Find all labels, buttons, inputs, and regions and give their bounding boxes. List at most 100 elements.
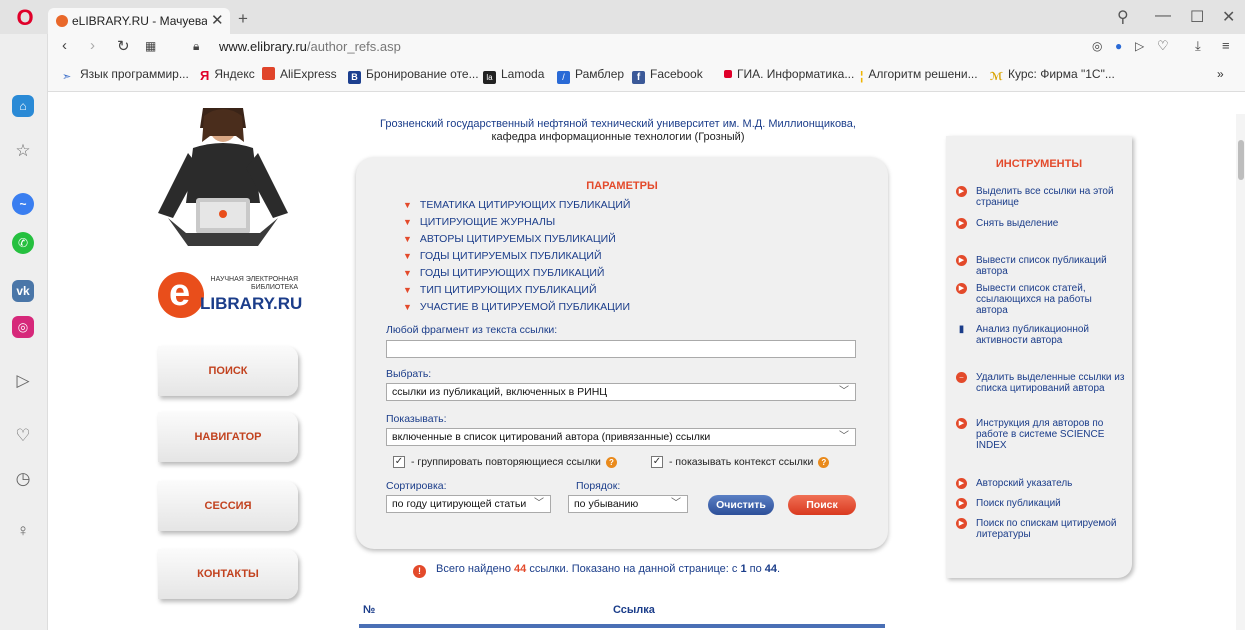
- browser-window: O eLIBRARY.RU - Мачуева Д... ✕ + ⚲ — ☐ ✕…: [0, 0, 1245, 630]
- param-citing-type[interactable]: ▼ ТИП ЦИТИРУЮЩИХ ПУБЛИКАЦИЙ: [403, 284, 597, 296]
- bookmark-label: Рамблер: [575, 67, 625, 81]
- whatsapp-icon[interactable]: ✆: [12, 232, 34, 254]
- lock-icon: 🔒︎: [193, 39, 200, 53]
- bookmark-item[interactable]: B Бронирование оте...: [348, 67, 479, 84]
- bookmark-item[interactable]: ¦ Алгоритм решени...: [860, 67, 978, 83]
- nav-contacts[interactable]: КОНТАКТЫ: [158, 549, 298, 599]
- arrow-right-icon: ▶: [956, 283, 967, 294]
- search-tabs-icon[interactable]: ⚲: [1117, 7, 1129, 27]
- param-citing-years[interactable]: ▼ ГОДЫ ЦИТИРУЮЩИХ ПУБЛИКАЦИЙ: [403, 267, 604, 279]
- fragment-input[interactable]: [386, 340, 856, 358]
- tab-elibrary[interactable]: eLIBRARY.RU - Мачуева Д... ✕: [48, 8, 230, 34]
- bookmark-label: Facebook: [650, 67, 703, 81]
- order-dropdown[interactable]: по убыванию ﹀: [568, 495, 688, 513]
- sort-label: Сортировка:: [386, 480, 447, 492]
- param-citing-journals[interactable]: ▼ ЦИТИРУЮЩИЕ ЖУРНАЛЫ: [403, 216, 555, 228]
- home-icon[interactable]: ⌂: [12, 95, 34, 117]
- messenger-icon[interactable]: ~: [12, 193, 34, 215]
- select-value: ссылки из публикаций, включенных в РИНЦ: [392, 386, 608, 398]
- context-checkbox[interactable]: ✓: [651, 456, 663, 468]
- bookmark-item[interactable]: Я Яндекс: [200, 67, 255, 83]
- reload-icon[interactable]: ↻: [117, 37, 130, 55]
- snapshot-icon[interactable]: ◎: [1092, 39, 1102, 53]
- help-icon[interactable]: ?: [605, 457, 617, 468]
- easy-setup-icon[interactable]: ≡: [1222, 38, 1230, 53]
- group-checkbox[interactable]: ✓: [393, 456, 405, 468]
- scrollbar-thumb[interactable]: [1238, 140, 1244, 180]
- new-tab-icon[interactable]: +: [238, 9, 248, 29]
- page-content: Грозненский государственный нефтяной тех…: [48, 92, 1245, 630]
- arrow-right-icon: ▶: [956, 218, 967, 229]
- show-dropdown[interactable]: включенные в список цитирований автора (…: [386, 428, 856, 446]
- bookmark-item[interactable]: la Lamoda: [483, 67, 544, 84]
- nav-session[interactable]: СЕССИЯ: [158, 481, 298, 531]
- forward-icon[interactable]: ›: [90, 37, 95, 54]
- param-citing-topics[interactable]: ▼ ТЕМАТИКА ЦИТИРУЮЩИХ ПУБЛИКАЦИЙ: [403, 199, 630, 211]
- booking-icon: B: [348, 71, 361, 84]
- lightbulb-icon[interactable]: ♀: [12, 520, 34, 542]
- page-scrollbar[interactable]: [1236, 114, 1245, 630]
- bookmarks-star-icon[interactable]: ☆: [12, 140, 34, 162]
- search-button[interactable]: Поиск: [788, 495, 856, 515]
- bar-chart-icon: ▮: [958, 324, 965, 335]
- maximize-icon[interactable]: ☐: [1190, 7, 1204, 27]
- bookmark-icon: ➣: [62, 71, 72, 83]
- close-window-icon[interactable]: ✕: [1222, 7, 1235, 27]
- bookmark-item[interactable]: AliExpress: [262, 67, 337, 81]
- param-cited-authors[interactable]: ▼ АВТОРЫ ЦИТИРУЕМЫХ ПУБЛИКАЦИЙ: [403, 233, 616, 245]
- help-icon[interactable]: ?: [818, 457, 830, 468]
- flow-sidebar-icon[interactable]: ▷: [12, 370, 34, 392]
- clear-button[interactable]: Очистить: [708, 495, 774, 515]
- download-icon[interactable]: ⤓: [1195, 38, 1201, 54]
- speed-dial-icon[interactable]: ▦: [145, 39, 156, 53]
- heart-icon[interactable]: ♡: [12, 425, 34, 447]
- triangle-down-icon: ▼: [403, 302, 412, 312]
- bookmark-label: ГИА. Информатика...: [737, 67, 855, 81]
- show-label: Показывать:: [386, 413, 447, 425]
- vk-icon[interactable]: vk: [12, 280, 34, 302]
- order-label: Порядок:: [576, 480, 621, 492]
- instagram-icon[interactable]: ◎: [12, 316, 34, 338]
- opera-menu-icon[interactable]: O: [14, 7, 36, 29]
- select-label: Выбрать:: [386, 368, 432, 380]
- bookmark-label: Язык программир...: [80, 67, 189, 81]
- elibrary-logo[interactable]: e НАУЧНАЯ ЭЛЕКТРОННАЯ БИБЛИОТЕКА LIBRARY.…: [158, 272, 308, 322]
- param-participation[interactable]: ▼ УЧАСТИЕ В ЦИТИРУЕМОЙ ПУБЛИКАЦИИ: [403, 301, 630, 313]
- context-label: - показывать контекст ссылки?: [669, 456, 830, 468]
- sort-dropdown[interactable]: по году цитирующей статьи ﹀: [386, 495, 551, 513]
- arrow-right-icon: ▶: [956, 478, 967, 489]
- results-summary: ! Всего найдено 44 ссылки. Показано на да…: [413, 563, 780, 578]
- chevron-down-icon: ﹀: [671, 498, 681, 509]
- 1c-icon: ℳ: [990, 71, 1004, 83]
- show-value: включенные в список цитирований автора (…: [392, 431, 711, 443]
- triangle-down-icon: ▼: [403, 200, 412, 210]
- nav-search[interactable]: ПОИСК: [158, 346, 298, 396]
- bookmark-item[interactable]: ℳ Курс: Фирма "1С"...: [990, 67, 1115, 83]
- person-with-laptop-illustration: [158, 108, 288, 246]
- department-name: кафедра информационные технологии (Грозн…: [491, 131, 745, 143]
- bookmark-item[interactable]: f Facebook: [632, 67, 703, 84]
- rambler-icon: /: [557, 71, 570, 84]
- gia-icon: [724, 70, 732, 78]
- bookmark-item[interactable]: / Рамблер: [557, 67, 624, 84]
- aliexpress-icon: [262, 67, 275, 80]
- adblock-icon[interactable]: ●: [1115, 39, 1122, 53]
- close-tab-icon[interactable]: ✕: [211, 11, 224, 29]
- bookmark-item[interactable]: ➣ Язык программир...: [62, 67, 189, 83]
- favorites-icon[interactable]: ♡: [1157, 38, 1169, 54]
- bookmark-item[interactable]: ГИА. Информатика...: [724, 67, 854, 81]
- flow-icon[interactable]: ▷: [1135, 39, 1144, 53]
- university-name: Грозненский государственный нефтяной тех…: [380, 118, 856, 130]
- bookmark-label: Lamoda: [501, 67, 545, 81]
- nav-navigator[interactable]: НАВИГАТОР: [158, 412, 298, 462]
- order-value: по убыванию: [574, 498, 639, 510]
- url-field[interactable]: www.elibrary.ru/author_refs.asp: [219, 39, 401, 54]
- parameters-title: ПАРАМЕТРЫ: [586, 180, 658, 192]
- minimize-icon[interactable]: —: [1155, 7, 1171, 25]
- select-dropdown[interactable]: ссылки из публикаций, включенных в РИНЦ ﹀: [386, 383, 856, 401]
- history-icon[interactable]: ◷: [12, 468, 34, 490]
- back-icon[interactable]: ‹: [62, 37, 67, 54]
- param-cited-years[interactable]: ▼ ГОДЫ ЦИТИРУЕМЫХ ПУБЛИКАЦИЙ: [403, 250, 602, 262]
- bookmarks-more-icon[interactable]: »: [1217, 67, 1224, 81]
- bookmark-label: Бронирование оте...: [366, 67, 479, 81]
